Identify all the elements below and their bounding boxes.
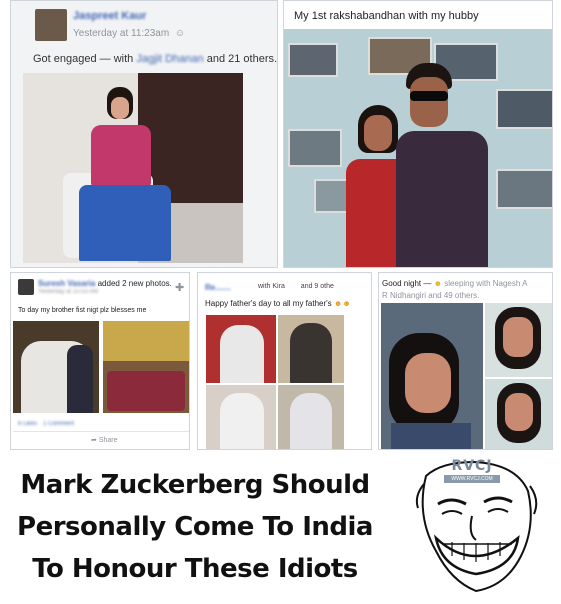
author-avatar[interactable] <box>35 9 67 41</box>
status-line: Good night — ☻ sleeping with Nagesh A <box>382 279 527 288</box>
sleeping-emoji-icon: ☻ <box>433 279 443 288</box>
status-suffix[interactable]: and 21 others. <box>207 53 277 65</box>
post-engagement: Jaspreet Kaur Yesterday at 11:23am ☺ Got… <box>10 0 278 268</box>
others-text[interactable]: and 9 othe <box>301 283 334 290</box>
post-photo-2[interactable] <box>485 303 552 377</box>
sunglasses-icon <box>410 91 448 101</box>
woman-face <box>364 115 392 151</box>
car-poster-4 <box>288 129 342 167</box>
author-avatar[interactable] <box>18 279 34 295</box>
rvcj-logo: RVCJ WWW.RVCJ.COM <box>436 458 508 490</box>
author-name[interactable]: Suresh Vasaria <box>38 279 95 288</box>
emoji-icon: ☻☻ <box>333 299 351 308</box>
post-rakshabandhan: My 1st rakshabandhan with my hubby <box>283 0 553 268</box>
car-poster-1 <box>288 43 338 77</box>
flower-canopy <box>103 321 189 361</box>
man-figure <box>290 323 332 383</box>
bride-skirt <box>79 185 171 261</box>
activity-text[interactable]: sleeping with Nagesh A <box>444 279 527 288</box>
post-text: Happy father's day to all my father's ☻☻ <box>205 299 351 308</box>
post-brother: Suresh Vasaria added 2 new photos. Yeste… <box>10 272 190 450</box>
meme-caption-line3: To Honour These Idiots <box>32 554 358 584</box>
woman-face <box>405 353 451 413</box>
man-figure <box>220 325 264 383</box>
share-icon: ➦ <box>91 437 97 444</box>
privacy-icon: ☺ <box>171 28 185 39</box>
post-photo-1[interactable] <box>206 315 276 383</box>
bride-face <box>111 97 129 119</box>
logo-text: RVCJ <box>451 458 493 474</box>
post-photo-1[interactable] <box>13 321 99 413</box>
post-caption: My 1st rakshabandhan with my hubby <box>294 10 479 22</box>
man-figure <box>220 393 264 449</box>
car-poster-5 <box>496 89 552 129</box>
post-photo-4[interactable] <box>278 385 344 449</box>
post-status: Got engaged — with Jagjit Dhanan and 21 … <box>33 53 277 65</box>
post-header: Suresh Vasaria added 2 new photos. <box>38 279 172 288</box>
likes-count[interactable]: 6 Likes <box>18 421 37 427</box>
post-action: added 2 new photos. <box>97 279 172 288</box>
author-name[interactable]: Re....... <box>205 283 231 292</box>
logo-url: WWW.RVCJ.COM <box>444 475 500 483</box>
woman-clothes <box>391 423 471 449</box>
post-photo[interactable] <box>23 73 243 263</box>
man-figure <box>290 393 332 449</box>
tag-line: with Kira and 9 othe <box>258 283 334 290</box>
woman-face <box>503 317 533 357</box>
post-text-label: Happy father's day to all my father's <box>205 299 332 308</box>
share-label: Share <box>98 437 118 444</box>
tagged-name[interactable]: Jagjit Dhanan <box>136 53 203 65</box>
decorated-bed <box>107 371 185 411</box>
post-timestamp[interactable]: Yesterday at 11:23am ☺ <box>73 28 185 39</box>
tag-line[interactable]: R Nidhangiri and 49 others. <box>382 291 479 300</box>
post-photo[interactable] <box>284 29 552 267</box>
author-name[interactable]: Jaspreet Kaur <box>73 10 146 22</box>
post-text: To day my brother fist nigt plz blesses … <box>18 307 147 314</box>
post-timestamp[interactable]: Yesterday at 10:53 AM <box>38 289 98 295</box>
comments-count[interactable]: 1 Comment <box>43 421 74 427</box>
share-button[interactable]: ➦ Share <box>91 436 118 444</box>
car-poster-6 <box>496 169 552 209</box>
bride-outfit <box>91 125 151 187</box>
post-good-night: Good night — ☻ sleeping with Nagesh A R … <box>378 272 553 450</box>
status-prefix: Good night — <box>382 279 432 288</box>
add-friend-icon[interactable]: ✚ <box>175 281 184 294</box>
post-photo-2[interactable] <box>103 321 189 413</box>
status-prefix: Got engaged — with <box>33 53 134 65</box>
with-text[interactable]: with Kira <box>258 283 285 290</box>
meme-caption-line2: Personally Come To India <box>17 512 373 542</box>
man-face <box>410 77 448 127</box>
person-dark <box>67 345 93 413</box>
divider <box>13 431 189 432</box>
man-shirt <box>396 131 488 267</box>
photo-wall <box>138 73 243 203</box>
post-photo-3[interactable] <box>485 379 552 449</box>
woman-face <box>505 393 533 431</box>
meme-caption-line1: Mark Zuckerberg Should <box>20 470 370 500</box>
post-photo-2[interactable] <box>278 315 344 383</box>
timestamp-text: Yesterday at 11:23am <box>73 28 170 39</box>
post-fathers-day: Re....... with Kira and 9 othe Happy fat… <box>197 272 372 450</box>
post-photo-3[interactable] <box>206 385 276 449</box>
post-photo-1[interactable] <box>381 303 483 449</box>
